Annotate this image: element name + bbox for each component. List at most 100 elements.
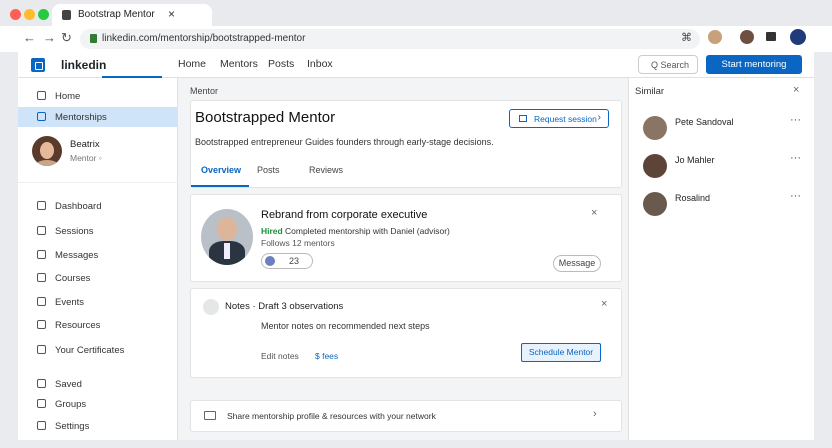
lock-icon	[90, 34, 97, 43]
note-heading: Notes · Draft 3 observations	[225, 301, 344, 312]
browser-chrome: Bootstrap Mentor × ← → ↻ linkedin.com/me…	[0, 0, 832, 52]
post-meta: Follows 12 mentors	[261, 238, 335, 248]
note-close-icon[interactable]: ×	[601, 298, 607, 310]
schedule-mentor-button[interactable]: Schedule Mentor	[521, 343, 601, 362]
back-icon[interactable]: ←	[23, 30, 36, 45]
nav-home[interactable]: Home	[178, 58, 206, 70]
person-name[interactable]: Rosalind	[675, 193, 710, 203]
person-name[interactable]: Pete Sandoval	[675, 117, 734, 127]
sidebar-item-label: Messages	[55, 250, 99, 261]
request-session-label: Request session	[534, 114, 597, 124]
account-avatar[interactable]	[790, 29, 806, 45]
main-column: Mentor Bootstrapped Mentor Request sessi…	[190, 78, 622, 440]
share-icon	[204, 411, 216, 420]
post-close-icon[interactable]: ×	[591, 207, 597, 219]
sidebar-item-label: Courses	[55, 273, 91, 284]
extension-avatar[interactable]	[740, 30, 754, 44]
left-sidebar: Home Mentorships Beatrix Mentor ◦ Dashbo…	[18, 78, 178, 440]
nav-posts[interactable]: Posts	[268, 58, 294, 70]
sidebar-item-label: Dashboard	[55, 201, 102, 212]
sidebar-item-sessions[interactable]: Sessions	[18, 221, 178, 241]
calendar-icon	[37, 226, 46, 235]
more-icon[interactable]: ···	[790, 152, 801, 164]
sidebar-item-messages[interactable]: Messages	[18, 245, 178, 265]
sidebar-item-resources[interactable]: Resources	[18, 315, 178, 335]
more-icon[interactable]: ···	[790, 190, 801, 202]
search-input[interactable]: Q Search	[638, 55, 698, 74]
mentor-icon	[37, 112, 46, 121]
post-title: Rebrand from corporate executive	[261, 209, 428, 221]
notes-card: Notes · Draft 3 observations × Mentor no…	[190, 288, 622, 378]
nav-inbox[interactable]: Inbox	[307, 58, 333, 70]
post-card: Rebrand from corporate executive × Hired…	[190, 194, 622, 282]
list-item[interactable]: Jo Mahler ···	[629, 150, 814, 184]
tab-title: Bootstrap Mentor	[78, 9, 155, 20]
sidebar-item-your-certificates[interactable]: Your Certificates	[18, 340, 178, 360]
post-avatar[interactable]	[201, 209, 253, 265]
start-mentoring-button[interactable]: Start mentoring	[706, 55, 802, 74]
forward-icon[interactable]: →	[43, 30, 56, 45]
profile-avatar[interactable]	[708, 30, 722, 44]
tab-overview[interactable]: Overview	[201, 165, 241, 175]
nav-mentors[interactable]: Mentors	[220, 58, 258, 70]
edit-notes-link[interactable]: Edit notes	[261, 351, 299, 361]
tab-close-icon[interactable]: ×	[168, 7, 175, 21]
active-tab-indicator	[191, 185, 249, 187]
menu-square-icon[interactable]	[766, 32, 776, 41]
message-button[interactable]: Message	[553, 255, 601, 272]
avatar[interactable]	[643, 116, 667, 140]
chevron-right-icon: ›	[597, 112, 601, 123]
request-session-button[interactable]: Request session ›	[509, 109, 609, 128]
sidebar-item-groups[interactable]: Groups	[18, 394, 178, 414]
sidebar-item-label: Settings	[55, 421, 90, 432]
close-window-dot[interactable]	[10, 9, 21, 20]
sidebar-item-label: Home	[55, 91, 81, 102]
right-rail: Similar × Pete Sandoval ··· Jo Mahler ··…	[628, 78, 814, 440]
brand-logo-icon[interactable]	[31, 58, 45, 72]
share-text: Share mentorship profile & resources wit…	[227, 411, 436, 421]
chevron-right-icon[interactable]: ›	[593, 408, 597, 420]
sidebar-item-home[interactable]: Home	[18, 86, 178, 106]
person-name[interactable]: Jo Mahler	[675, 155, 715, 165]
browser-toolbar: ← → ↻ linkedin.com/mentorship/bootstrapp…	[0, 26, 832, 52]
certificate-icon	[37, 345, 46, 354]
avatar[interactable]	[643, 192, 667, 216]
calendar-icon	[519, 115, 527, 122]
maximize-window-dot[interactable]	[38, 9, 49, 20]
reload-icon[interactable]: ↻	[61, 30, 72, 46]
avatar[interactable]	[643, 154, 667, 178]
browser-tab[interactable]: Bootstrap Mentor ×	[52, 4, 212, 26]
list-item[interactable]: Rosalind ···	[629, 188, 814, 222]
share-row[interactable]: Share mentorship profile & resources wit…	[190, 400, 622, 432]
sidebar-item-dashboard[interactable]: Dashboard	[18, 196, 178, 216]
fees-link[interactable]: $ fees	[315, 351, 338, 361]
sidebar-item-label: Groups	[55, 399, 87, 410]
url-text[interactable]: linkedin.com/mentorship/bootstrapped-men…	[102, 33, 305, 44]
more-icon[interactable]: ···	[790, 114, 801, 126]
right-rail-close-icon[interactable]: ×	[793, 84, 799, 96]
sidebar-item-mentorships[interactable]: Mentorships	[18, 107, 178, 127]
page-description: Bootstrapped entrepreneur Guides founder…	[195, 137, 494, 147]
top-navbar: linkedin Home Mentors Posts Inbox Q Sear…	[18, 52, 814, 78]
list-item[interactable]: Pete Sandoval ···	[629, 112, 814, 146]
sidebar-item-settings[interactable]: Settings	[18, 416, 178, 436]
reaction-icon	[265, 256, 275, 266]
extension-icon[interactable]: ⌘	[681, 31, 692, 44]
tab-reviews[interactable]: Reviews	[309, 165, 343, 175]
tab-posts[interactable]: Posts	[257, 165, 280, 175]
address-bar[interactable]: linkedin.com/mentorship/bootstrapped-men…	[80, 29, 700, 49]
sidebar-item-saved[interactable]: Saved	[18, 374, 178, 394]
sidebar-item-label: Mentorships	[55, 112, 107, 123]
brand-name[interactable]: linkedin	[61, 58, 106, 72]
sidebar-item-courses[interactable]: Courses	[18, 268, 178, 288]
resource-icon	[37, 320, 46, 329]
sidebar-item-events[interactable]: Events	[18, 292, 178, 312]
sidebar-item-label: Events	[55, 297, 85, 308]
section-label: Mentor	[190, 86, 219, 96]
reaction-chip[interactable]: 23	[261, 253, 313, 269]
minimize-window-dot[interactable]	[24, 9, 35, 20]
sidebar-item-label: Your Certificates	[55, 345, 125, 356]
status-badge: Hired	[261, 226, 283, 236]
avatar[interactable]	[32, 136, 62, 166]
message-icon	[37, 250, 46, 259]
